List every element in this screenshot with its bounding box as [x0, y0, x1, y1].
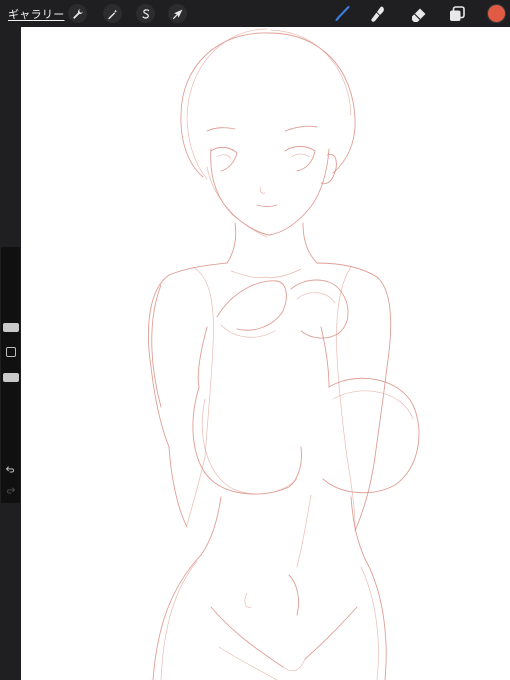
- modify-button-icon[interactable]: [6, 347, 16, 357]
- opacity-slider[interactable]: [3, 373, 19, 382]
- arrow-cursor-icon[interactable]: [168, 4, 187, 23]
- undo-icon[interactable]: [4, 463, 17, 476]
- brush-icon[interactable]: [331, 3, 353, 25]
- redo-icon[interactable]: [4, 484, 17, 497]
- color-picker-button[interactable]: [487, 4, 506, 23]
- figure-sketch: [147, 28, 420, 680]
- sidebar-panel: [1, 247, 20, 503]
- selection-s-icon[interactable]: [136, 4, 155, 23]
- smudge-icon[interactable]: [367, 3, 389, 25]
- eraser-icon[interactable]: [408, 3, 430, 25]
- brush-size-slider[interactable]: [3, 323, 19, 332]
- wrench-icon[interactable]: [68, 4, 87, 23]
- drawing-canvas[interactable]: [21, 27, 510, 680]
- gallery-button[interactable]: ギャラリー: [8, 6, 65, 22]
- layers-icon[interactable]: [446, 3, 468, 25]
- top-toolbar: ギャラリー: [0, 0, 510, 27]
- magic-wand-icon[interactable]: [103, 4, 122, 23]
